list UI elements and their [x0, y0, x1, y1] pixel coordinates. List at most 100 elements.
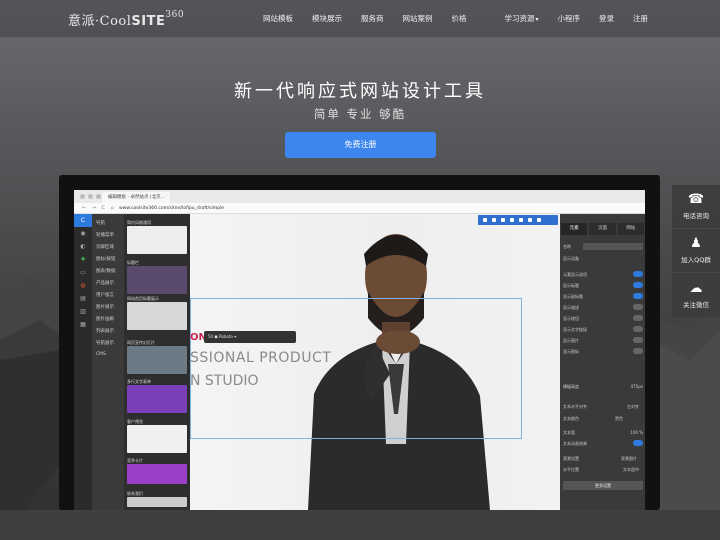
eye-icon[interactable]: ◉	[74, 227, 92, 240]
category-item[interactable]: 图片画廊	[92, 316, 124, 322]
side-wechat[interactable]: ☁ 关注微信	[672, 273, 720, 317]
nav-item-learn[interactable]: 学习资源▾	[485, 13, 538, 24]
field-row[interactable]: 文本颜色 黑色	[563, 414, 643, 423]
module-thumb[interactable]: 简约风格通用	[127, 220, 187, 254]
page-icon[interactable]: ▭	[74, 266, 92, 279]
tab-element[interactable]: 元素	[561, 223, 588, 235]
toggle-switch[interactable]	[633, 440, 643, 446]
toggle-switch[interactable]	[633, 315, 643, 321]
toggle-switch[interactable]	[633, 337, 643, 343]
category-item[interactable]: 轮播菜单	[92, 232, 124, 238]
nav-menu: 网站模板 模块展示 服务商 网站案例 价格 学习资源▾ 小程序 登录 注册	[244, 13, 648, 24]
module-thumb[interactable]: 竞争卡片	[127, 458, 187, 484]
editor-icon-bar: C ◉ ◐ ✚ ▭ ◍ ▤ ▥ ▦	[74, 214, 92, 510]
preview-icon[interactable]: ◐	[74, 240, 92, 253]
category-item[interactable]: 产品展示	[92, 280, 124, 286]
nav-item-cases[interactable]: 网站案例	[402, 13, 432, 24]
toggle-row[interactable]: 显示副标题	[563, 292, 643, 301]
field-row[interactable]: 文本宽 100 %	[563, 428, 643, 437]
toggle-switch[interactable]	[633, 326, 643, 332]
toggle-label: 显示按钮	[563, 316, 579, 321]
side-wechat-label: 关注微信	[683, 300, 709, 309]
nav-item-register[interactable]: 注册	[633, 13, 648, 24]
field-value[interactable]: 100 %	[630, 428, 643, 437]
field-row[interactable]: 文本水平对齐 左对齐	[563, 402, 643, 411]
toggle-row[interactable]: 元素显示选项	[563, 270, 643, 279]
nav-item-templates[interactable]: 网站模板	[263, 13, 293, 24]
brand-logo[interactable]: 意派·CoolSITE360	[68, 10, 184, 29]
toggle-label: 显示描述	[563, 305, 579, 310]
browser-nav-icons[interactable]: ← → C ⌂	[82, 205, 116, 211]
url-field[interactable]: www.coolsite360.com/sites/tofipu_draft/s…	[119, 205, 589, 212]
category-item[interactable]: 页脚区域	[92, 244, 124, 250]
logo-icon[interactable]: C	[74, 214, 92, 227]
desktop-icon[interactable]: ▤	[74, 292, 92, 305]
name-field[interactable]	[583, 243, 643, 250]
register-button[interactable]: 免费注册	[285, 132, 436, 158]
toggle-switch[interactable]	[633, 293, 643, 299]
font-toolbar[interactable]: 50 ◼ Roboto ▾	[204, 331, 296, 343]
category-item[interactable]: 导航展示	[92, 340, 124, 346]
module-thumb[interactable]: 联系我们	[127, 491, 187, 507]
toggle-row[interactable]: 文本动画效果	[563, 439, 643, 448]
selected-block-outline	[190, 298, 522, 439]
tab-site[interactable]: 网站	[617, 223, 644, 235]
field-row[interactable]: 横幅高度 475px	[563, 382, 643, 391]
nav-item-pricing[interactable]: 价格	[451, 13, 466, 24]
module-thumb[interactable]: 标题栏	[127, 260, 187, 294]
toggle-switch[interactable]	[633, 304, 643, 310]
hero-title: 新一代响应式网站设计工具	[234, 81, 486, 102]
field-row[interactable]: 背景设置 背景图片	[563, 454, 643, 463]
tablet-icon[interactable]: ▥	[74, 305, 92, 318]
field-value[interactable]: 左对齐	[627, 402, 639, 411]
side-phone[interactable]: ☎ 电话咨询	[672, 185, 720, 228]
field-value[interactable]: 背景图片	[621, 454, 637, 463]
nav-item-modules[interactable]: 模块展示	[312, 13, 342, 24]
toggle-switch[interactable]	[633, 282, 643, 288]
browser-tab[interactable]: 编辑模板 - 卓然站点 (北京...	[102, 192, 170, 203]
browser-titlebar: 编辑模板 - 卓然站点 (北京...	[74, 190, 645, 203]
toggle-row[interactable]: 显示图片	[563, 336, 643, 345]
toggle-label: 显示文字链接	[563, 327, 587, 332]
more-settings-button[interactable]: 更多设置	[563, 481, 643, 490]
module-thumb[interactable]: 网站首页标题展示	[127, 296, 187, 330]
nav-item-miniapp[interactable]: 小程序	[558, 13, 581, 24]
category-item[interactable]: 图片展示	[92, 304, 124, 310]
module-thumbnails: 简约风格通用 标题栏 网站首页标题展示 网页宣传幻灯片 多行文字表单 客户预览 …	[124, 214, 190, 510]
module-thumb[interactable]: 客户预览	[127, 419, 187, 453]
editor-canvas[interactable]: ON SSIONAL PRODUCT N STUDIO 50 ◼ Roboto …	[190, 214, 560, 510]
toggle-row[interactable]: 显示按钮	[563, 314, 643, 323]
canvas-heading-line1[interactable]: SSIONAL PRODUCT	[190, 350, 331, 366]
toggle-row[interactable]: 显示图标	[563, 347, 643, 356]
side-qq[interactable]: ♟ 加入QQ群	[672, 229, 720, 272]
phone-icon: ☎	[687, 192, 705, 207]
publish-icon[interactable]: ◍	[74, 279, 92, 292]
field-label: 文本水平对齐	[563, 404, 587, 409]
add-icon[interactable]: ✚	[74, 253, 92, 266]
category-item[interactable]: 用户留言	[92, 292, 124, 298]
toggle-row[interactable]: 显示描述	[563, 303, 643, 312]
field-value[interactable]: 文本居中	[623, 465, 639, 474]
toggle-label: 显示图标	[563, 349, 579, 354]
module-thumb[interactable]: 多行文字表单	[127, 379, 187, 413]
toggle-row[interactable]: 显示标题	[563, 281, 643, 290]
field-value[interactable]: 黑色	[615, 414, 623, 423]
field-row[interactable]: 水平位置 文本居中	[563, 465, 643, 474]
category-item[interactable]: 列表展示	[92, 328, 124, 334]
mobile-icon[interactable]: ▦	[74, 318, 92, 331]
device-row: 显示设备	[563, 256, 579, 261]
category-item[interactable]: CMS	[92, 352, 124, 358]
canvas-heading-line2[interactable]: N STUDIO	[190, 373, 259, 389]
module-category-list: 导航 轮播菜单 页脚区域 图标/按钮 图表/数据 产品展示 用户留言 图片展示 …	[92, 214, 124, 510]
nav-item-login[interactable]: 登录	[599, 13, 614, 24]
tab-page[interactable]: 页面	[589, 223, 616, 235]
field-value[interactable]: 475px	[630, 382, 643, 391]
module-thumb[interactable]: 网页宣传幻灯片	[127, 340, 187, 374]
toggle-switch[interactable]	[633, 271, 643, 277]
category-item[interactable]: 图标/按钮	[92, 256, 124, 262]
category-item[interactable]: 图表/数据	[92, 268, 124, 274]
category-item[interactable]: 导航	[92, 220, 124, 226]
nav-item-providers[interactable]: 服务商	[361, 13, 384, 24]
toggle-row[interactable]: 显示文字链接	[563, 325, 643, 334]
toggle-switch[interactable]	[633, 348, 643, 354]
